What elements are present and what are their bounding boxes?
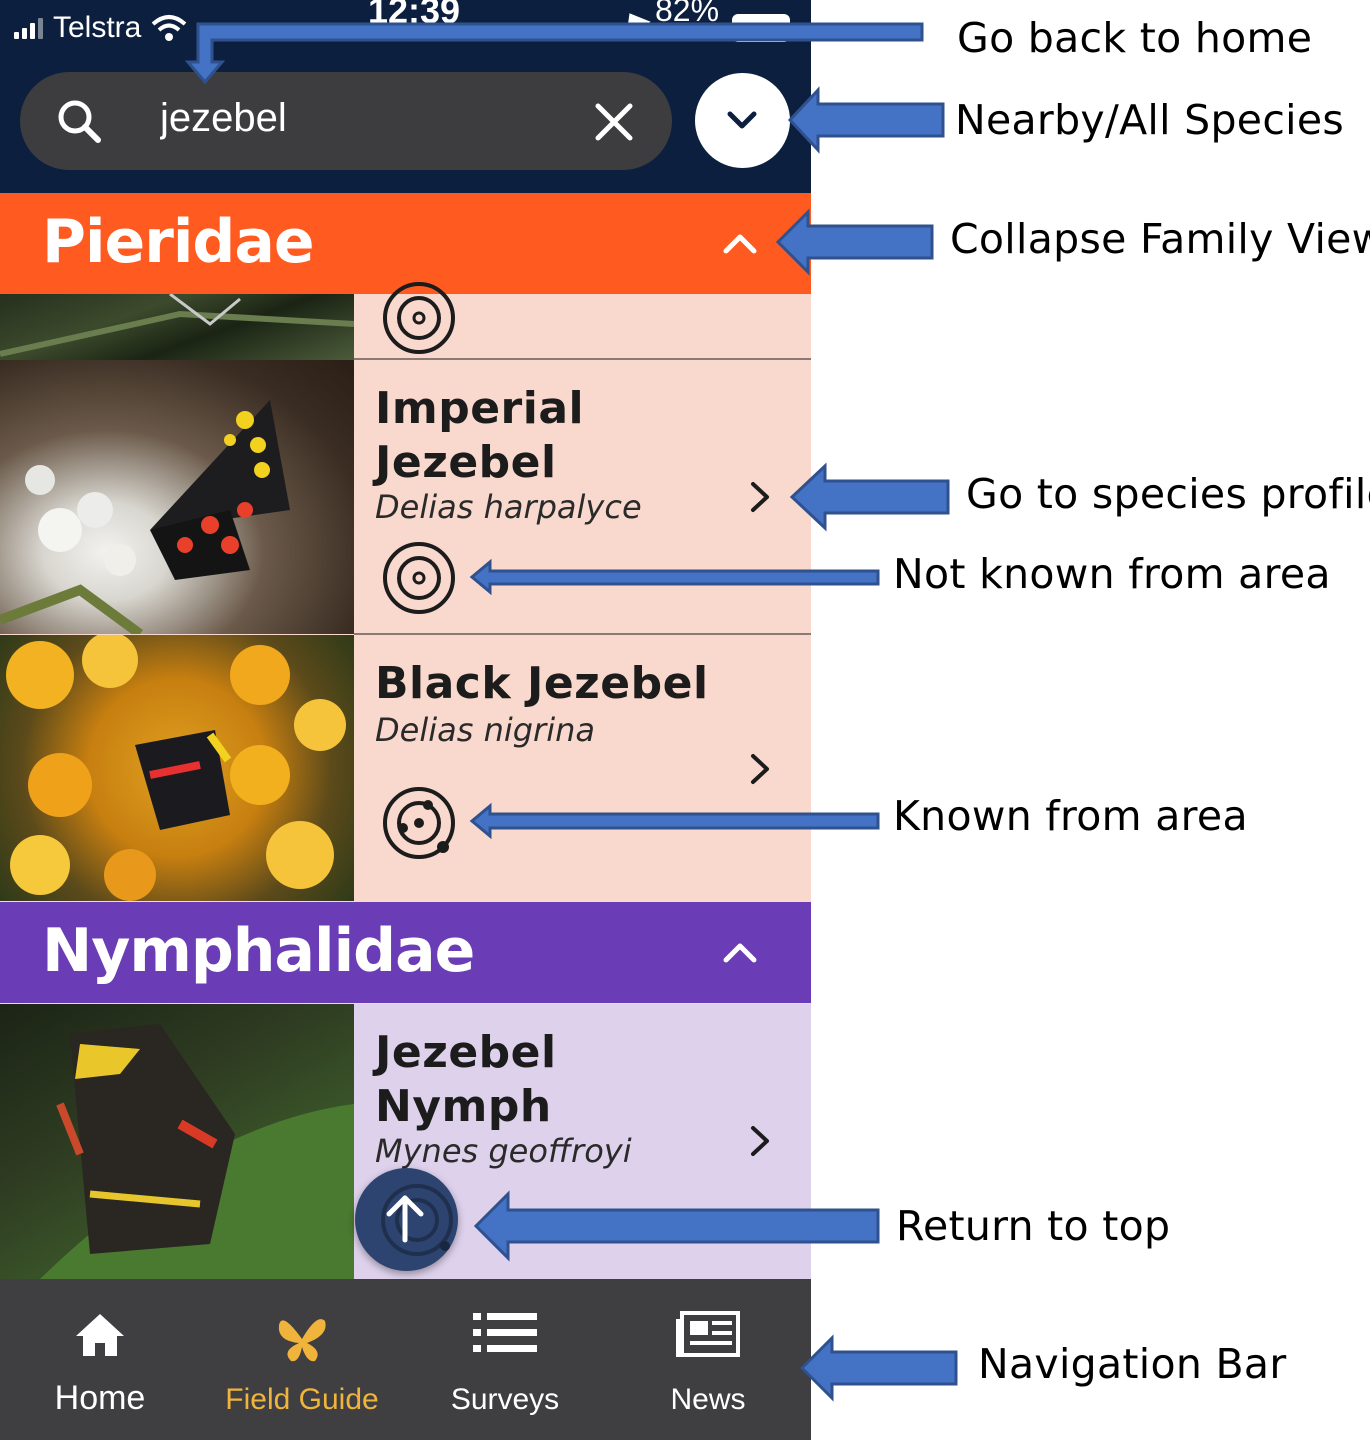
chevron-right-icon[interactable]: [747, 752, 773, 786]
species-photo: [0, 632, 354, 901]
navigation-bar: Home Field Guide Surveys News: [0, 1279, 811, 1440]
home-icon: [76, 1314, 124, 1356]
species-photo: [0, 360, 354, 639]
species-photo: [0, 1004, 354, 1279]
list-item[interactable]: [0, 282, 811, 360]
species-row-black-jezebel[interactable]: Black Jezebel Delias nigrina: [0, 632, 811, 901]
annotation-profile: Go to species profile: [966, 470, 1370, 518]
annotation-nearby: Nearby/All Species: [955, 96, 1345, 144]
not-known-area-icon: [383, 542, 455, 614]
species-common-name: Black Jezebel: [375, 658, 709, 709]
chevron-right-icon[interactable]: [747, 1124, 773, 1158]
family-header-pieridae[interactable]: Pieridae: [0, 193, 811, 294]
chevron-right-icon[interactable]: [747, 480, 773, 514]
arrow-nearby: [787, 86, 945, 154]
search-icon: [58, 100, 101, 143]
signal-icon: [14, 17, 43, 39]
annotation-top: Return to top: [896, 1202, 1171, 1250]
family-title: Nymphalidae: [42, 916, 475, 986]
clear-icon[interactable]: [594, 102, 634, 142]
nav-item-news[interactable]: News: [608, 1279, 808, 1440]
carrier-name: Telstra: [53, 11, 142, 44]
arrow-navbar: [799, 1334, 958, 1402]
arrow-profile: [789, 462, 950, 532]
return-to-top-button[interactable]: [355, 1168, 458, 1271]
arrow-up-icon: [381, 1184, 453, 1256]
annotation-collapse: Collapse Family View: [950, 215, 1370, 263]
annotation-navbar: Navigation Bar: [978, 1340, 1287, 1388]
battery-icon: [732, 14, 790, 42]
species-common-name: Jezebel Nymph: [375, 1027, 557, 1132]
status-bar: Telstra: [14, 8, 187, 48]
search-input[interactable]: [160, 96, 580, 141]
chevron-up-icon[interactable]: [720, 938, 760, 968]
nav-item-surveys[interactable]: Surveys: [405, 1279, 605, 1440]
nav-label: Field Guide: [225, 1383, 379, 1416]
nav-label: Surveys: [450, 1383, 560, 1416]
annotation-home: Go back to home: [957, 14, 1313, 62]
species-photo: [0, 292, 355, 360]
nearby-all-species-toggle[interactable]: [695, 73, 790, 168]
newspaper-icon: [676, 1311, 740, 1357]
wifi-icon: [152, 15, 187, 41]
species-scientific-name: Mynes geoffroyi: [375, 1132, 632, 1170]
area-icon: [383, 282, 455, 354]
butterfly-icon: [278, 1319, 326, 1362]
species-common-name: Imperial Jezebel: [375, 383, 585, 488]
nav-label: News: [670, 1383, 746, 1416]
nav-item-home[interactable]: Home: [0, 1279, 200, 1440]
annotation-not-known: Not known from area: [893, 550, 1331, 598]
list-icon: [473, 1313, 537, 1352]
battery-percent: 82%: [655, 0, 720, 28]
location-arrow-icon: [617, 6, 651, 36]
annotation-known: Known from area: [893, 792, 1248, 840]
chevron-up-icon[interactable]: [720, 229, 760, 259]
status-time: 12:39: [368, 0, 461, 31]
chevron-down-icon: [727, 111, 757, 129]
known-area-icon: [383, 787, 455, 859]
species-scientific-name: Delias nigrina: [375, 711, 595, 749]
search-bar[interactable]: [20, 72, 672, 170]
phone-screen: Telstra 12:39 82% jezebel Pieridae Imper…: [0, 0, 811, 1440]
species-row-imperial-jezebel[interactable]: Imperial Jezebel Delias harpalyce: [0, 360, 811, 639]
nav-item-field-guide[interactable]: Field Guide: [202, 1279, 402, 1440]
nav-label: Home: [54, 1379, 146, 1417]
family-title: Pieridae: [42, 207, 315, 277]
top-bar: Telstra 12:39 82%: [0, 0, 811, 193]
species-scientific-name: Delias harpalyce: [375, 488, 642, 526]
family-header-nymphalidae[interactable]: Nymphalidae: [0, 902, 811, 1003]
